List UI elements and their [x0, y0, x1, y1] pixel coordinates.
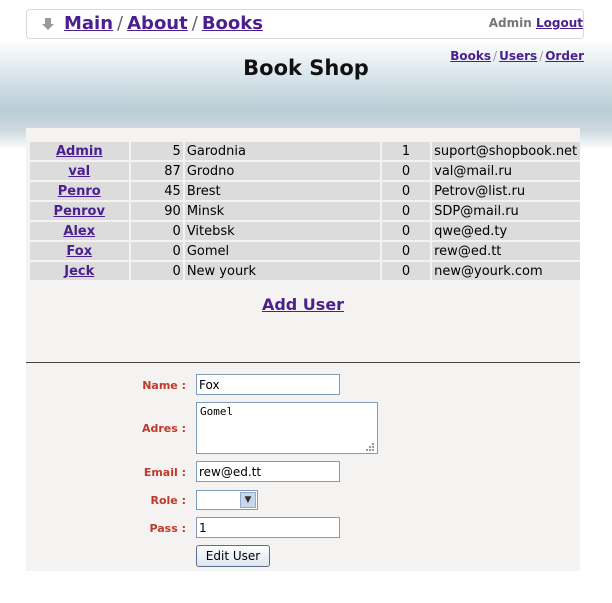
- top-nav-bar: Main / About / Books Admin Logout: [26, 9, 584, 39]
- sub-nav: Books / Users / Order: [450, 49, 584, 63]
- cell-role: 0: [381, 222, 431, 240]
- cell-num: 0: [130, 222, 183, 240]
- logout-link[interactable]: Logout: [536, 16, 583, 30]
- cell-email: val@mail.ru: [432, 162, 580, 180]
- name-label: Name :: [142, 379, 186, 392]
- resize-grip-icon[interactable]: [365, 442, 375, 452]
- cell-city: Minsk: [184, 202, 380, 220]
- email-field[interactable]: [196, 461, 340, 482]
- cell-role: 0: [381, 182, 431, 200]
- cell-email: rew@ed.tt: [432, 242, 580, 260]
- cell-login: Admin: [30, 142, 129, 160]
- cell-role: 1: [381, 142, 431, 160]
- subnav-users-link[interactable]: Users: [499, 49, 537, 63]
- table-row: Jeck 0 New yourk 0 new@yourk.com: [30, 262, 580, 280]
- user-form: Name : Adres : Gomel Email : Role : ▼ Pa…: [26, 363, 580, 571]
- cell-email: qwe@ed.ty: [432, 222, 580, 240]
- user-login-link[interactable]: Penrov: [54, 204, 105, 219]
- user-login-link[interactable]: Fox: [66, 244, 92, 259]
- cell-city: Grodno: [184, 162, 380, 180]
- cell-login: Jeck: [30, 262, 129, 280]
- cell-city: Gomel: [184, 242, 380, 260]
- email-label: Email :: [143, 466, 186, 479]
- table-row: Fox 0 Gomel 0 rew@ed.tt: [30, 242, 580, 260]
- table-row: Penro 45 Brest 0 Petrov@list.ru: [30, 182, 580, 200]
- cell-num: 87: [130, 162, 183, 180]
- cell-role: 0: [381, 202, 431, 220]
- user-login-link[interactable]: Jeck: [64, 264, 94, 279]
- pass-label: Pass :: [149, 522, 186, 535]
- breadcrumb-about-link[interactable]: About: [127, 13, 188, 34]
- adres-textarea[interactable]: Gomel: [196, 402, 378, 454]
- pass-field[interactable]: [196, 517, 340, 538]
- user-login-link[interactable]: Alex: [63, 224, 95, 239]
- subnav-order-link[interactable]: Order: [545, 49, 584, 63]
- cell-city: Brest: [184, 182, 380, 200]
- subnav-separator: /: [539, 49, 544, 63]
- breadcrumb-books-link[interactable]: Books: [202, 13, 263, 34]
- user-name: Admin: [488, 16, 532, 30]
- subnav-books-link[interactable]: Books: [450, 49, 491, 63]
- cell-email: SDP@mail.ru: [432, 202, 580, 220]
- user-box: Admin Logout: [489, 16, 583, 30]
- role-select[interactable]: ▼: [196, 490, 258, 510]
- edit-user-button[interactable]: Edit User: [196, 545, 270, 567]
- cell-login: Alex: [30, 222, 129, 240]
- cell-email: Petrov@list.ru: [432, 182, 580, 200]
- cell-num: 5: [130, 142, 183, 160]
- cell-num: 0: [130, 242, 183, 260]
- cell-num: 90: [130, 202, 183, 220]
- user-login-link[interactable]: Admin: [56, 144, 103, 159]
- cell-email: new@yourk.com: [432, 262, 580, 280]
- role-label: Role :: [150, 494, 187, 507]
- breadcrumb-separator: /: [191, 13, 198, 34]
- name-field[interactable]: [196, 374, 340, 395]
- adres-label: Adres :: [141, 422, 186, 435]
- chevron-down-icon[interactable]: ▼: [240, 492, 256, 508]
- user-login-link[interactable]: Penro: [58, 184, 101, 199]
- cell-city: New yourk: [184, 262, 380, 280]
- subnav-separator: /: [493, 49, 498, 63]
- add-user-container: Add User: [26, 295, 580, 314]
- breadcrumb-separator: /: [117, 13, 124, 34]
- table-row: Alex 0 Vitebsk 0 qwe@ed.ty: [30, 222, 580, 240]
- cell-login: Penrov: [30, 202, 129, 220]
- users-panel: Admin 5 Garodnia 1 suport@shopbook.net val 87 G…: [26, 128, 580, 362]
- cell-num: 45: [130, 182, 183, 200]
- cell-role: 0: [381, 162, 431, 180]
- cell-city: Vitebsk: [184, 222, 380, 240]
- cell-email: suport@shopbook.net: [432, 142, 580, 160]
- cell-login: val: [30, 162, 129, 180]
- table-row: Admin 5 Garodnia 1 suport@shopbook.net: [30, 142, 580, 160]
- cell-login: Penro: [30, 182, 129, 200]
- breadcrumb: Main / About / Books: [64, 13, 263, 34]
- add-user-link[interactable]: Add User: [262, 295, 344, 314]
- users-table: Admin 5 Garodnia 1 suport@shopbook.net val 87 G…: [28, 140, 582, 282]
- breadcrumb-main-link[interactable]: Main: [64, 13, 113, 34]
- cell-num: 0: [130, 262, 183, 280]
- down-arrow-icon: [42, 18, 54, 30]
- user-login-link[interactable]: val: [68, 164, 90, 179]
- cell-city: Garodnia: [184, 142, 380, 160]
- table-row: val 87 Grodno 0 val@mail.ru: [30, 162, 580, 180]
- cell-role: 0: [381, 262, 431, 280]
- cell-role: 0: [381, 242, 431, 260]
- cell-login: Fox: [30, 242, 129, 260]
- table-row: Penrov 90 Minsk 0 SDP@mail.ru: [30, 202, 580, 220]
